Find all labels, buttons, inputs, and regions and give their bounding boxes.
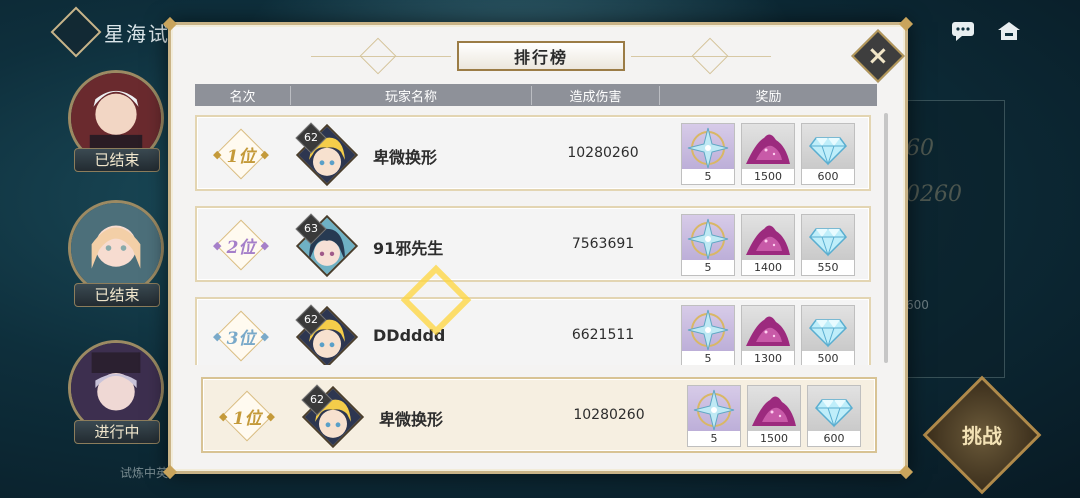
reward-list: 5 1400 550: [681, 214, 855, 276]
title-ornament-left: [359, 37, 397, 75]
rank-label: 3位: [226, 329, 256, 349]
reward-count: 600: [802, 169, 854, 184]
my-ranking-row[interactable]: ◆ ◆ 1位 62 卑微换形 10280260 5 1500 600: [201, 377, 877, 453]
star-compass-icon: [682, 124, 734, 170]
rank-label: 1位: [232, 409, 262, 429]
ranking-row[interactable]: ◆ ◆ 2位 63 91邪先生 7563691 5 1400 550: [195, 206, 871, 282]
reward-slot[interactable]: 550: [801, 214, 855, 276]
boss-portrait-2[interactable]: [68, 200, 164, 296]
reward-count: 5: [688, 431, 740, 446]
purple-crystal-pile-icon: [742, 215, 794, 261]
reward-count: 550: [802, 260, 854, 275]
blue-diamond-icon: [802, 124, 854, 170]
my-ranking-slot: ◆ ◆ 1位 62 卑微换形 10280260 5 1500 600: [201, 377, 877, 453]
reward-slot[interactable]: 1500: [741, 123, 795, 185]
leaderboard-modal: 排行榜 × 名次 玩家名称 造成伤害 奖励 ◆ ◆ 1位 62 卑微换形 102…: [162, 16, 914, 480]
player-avatar[interactable]: 62: [301, 384, 365, 449]
blue-diamond-icon: [802, 306, 854, 352]
back-button[interactable]: [50, 6, 102, 58]
column-rewards: 奖励: [755, 89, 782, 105]
player-level: 62: [304, 131, 318, 144]
rank-badge: ◆ ◆ 1位: [219, 390, 275, 442]
column-damage: 造成伤害: [532, 85, 660, 105]
reward-slot[interactable]: 5: [681, 214, 735, 276]
reward-slot[interactable]: 500: [801, 305, 855, 365]
ranking-scrollbar[interactable]: [884, 113, 888, 363]
player-avatar[interactable]: 63: [295, 213, 359, 278]
player-avatar[interactable]: 62: [295, 122, 359, 187]
reward-count: 1300: [742, 351, 794, 365]
side-value-1: 60: [906, 136, 934, 161]
purple-crystal-pile-icon: [748, 386, 800, 432]
column-rank: 名次: [195, 85, 291, 105]
reward-list: 5 1500 600: [681, 123, 855, 185]
blue-diamond-icon: [808, 386, 860, 432]
event-header: 星海试: [50, 6, 170, 58]
ranking-list[interactable]: ◆ ◆ 1位 62 卑微换形 10280260 5 1500 600 ◆ ◆ 2…: [195, 115, 871, 365]
reward-count: 1500: [748, 431, 800, 446]
damage-value: 6621511: [571, 327, 635, 343]
reward-slot[interactable]: 1400: [741, 214, 795, 276]
boss-status-3: 进行中: [74, 420, 160, 444]
player-level: 62: [304, 313, 318, 326]
chat-icon[interactable]: [950, 20, 976, 42]
reward-slot[interactable]: 5: [681, 305, 735, 365]
player-name: 卑微换形: [373, 148, 438, 167]
star-compass-icon: [682, 215, 734, 261]
rank-badge: ◆ ◆ 2位: [213, 219, 269, 271]
rank-label: 2位: [226, 238, 256, 258]
ranking-row[interactable]: ◆ ◆ 3位 62 DDdddd 6621511 5 1300 500: [195, 297, 871, 365]
modal-title: 排行榜: [513, 48, 568, 67]
event-title: 星海试: [104, 21, 170, 46]
close-button[interactable]: ×: [851, 29, 905, 83]
damage-value: 10280260: [573, 407, 645, 423]
reward-count: 1400: [742, 260, 794, 275]
damage-value: 10280260: [567, 145, 639, 161]
challenge-label: 挑战: [962, 424, 1002, 448]
home-icon[interactable]: [996, 20, 1022, 42]
reward-slot[interactable]: 600: [807, 385, 861, 447]
player-level: 62: [310, 393, 324, 406]
title-ornament-right: [691, 37, 729, 75]
boss-status-1: 已结束: [74, 148, 160, 172]
title-plate: 排行榜: [457, 41, 625, 71]
reward-slot[interactable]: 600: [801, 123, 855, 185]
bottom-tip: 试炼中英: [120, 466, 169, 480]
player-name: 91邪先生: [373, 239, 444, 258]
column-header: 名次 玩家名称 造成伤害 奖励: [195, 84, 877, 106]
reward-list: 5 1300 500: [681, 305, 855, 365]
side-value-3: 600: [906, 298, 929, 312]
reward-slot[interactable]: 5: [687, 385, 741, 447]
reward-count: 5: [682, 260, 734, 275]
purple-crystal-pile-icon: [742, 306, 794, 352]
reward-count: 5: [682, 169, 734, 184]
purple-crystal-pile-icon: [742, 124, 794, 170]
rank-badge: ◆ ◆ 3位: [213, 310, 269, 362]
player-name: 卑微换形: [379, 410, 444, 429]
reward-slot[interactable]: 1500: [747, 385, 801, 447]
reward-list: 5 1500 600: [687, 385, 861, 447]
boss-status-2: 已结束: [74, 283, 160, 307]
side-value-2: 0260: [906, 182, 962, 207]
rank-label: 1位: [226, 147, 256, 167]
star-compass-icon: [688, 386, 740, 432]
close-icon: ×: [867, 40, 889, 71]
reward-slot[interactable]: 1300: [741, 305, 795, 365]
damage-value: 7563691: [571, 236, 635, 252]
player-level: 63: [304, 222, 318, 235]
reward-count: 5: [682, 351, 734, 365]
reward-count: 1500: [742, 169, 794, 184]
player-avatar[interactable]: 62: [295, 304, 359, 365]
reward-count: 500: [802, 351, 854, 365]
reward-count: 600: [808, 431, 860, 446]
column-player-name: 玩家名称: [291, 85, 532, 105]
reward-slot[interactable]: 5: [681, 123, 735, 185]
ranking-row[interactable]: ◆ ◆ 1位 62 卑微换形 10280260 5 1500 600: [195, 115, 871, 191]
rank-badge: ◆ ◆ 1位: [213, 128, 269, 180]
star-compass-icon: [682, 306, 734, 352]
blue-diamond-icon: [802, 215, 854, 261]
